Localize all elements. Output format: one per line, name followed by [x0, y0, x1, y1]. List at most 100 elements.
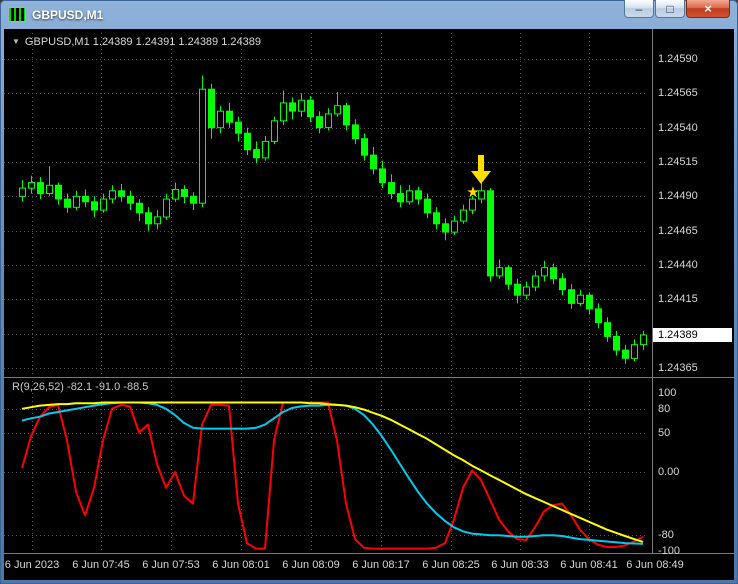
- candle-body: [595, 308, 602, 324]
- candle-body: [559, 278, 566, 291]
- time-axis-label: 6 Jun 08:49: [626, 559, 684, 571]
- candle-body: [280, 102, 287, 122]
- candle-body: [496, 267, 503, 277]
- title-bar[interactable]: GBPUSD,M1 – □ ×: [0, 0, 738, 29]
- candle-body: [532, 275, 539, 288]
- candle-body: [145, 212, 152, 225]
- candle-body: [631, 344, 638, 359]
- candle-body: [307, 99, 314, 118]
- candle-body: [541, 267, 548, 277]
- price-axis-label: 1.24565: [658, 87, 698, 100]
- chart-ohlc-label: ▼ GBPUSD,M1 1.24389 1.24391 1.24389 1.243…: [12, 36, 261, 48]
- candle-body: [190, 195, 197, 204]
- candle-body: [415, 190, 422, 200]
- candle-body: [226, 110, 233, 123]
- candle-body: [442, 223, 449, 233]
- candle-body: [514, 283, 521, 296]
- price-axis-label: 1.24540: [658, 121, 698, 134]
- candle-body: [262, 140, 269, 159]
- candle-body: [217, 110, 224, 129]
- indicator-axis-label: 80: [658, 402, 671, 415]
- candle-body: [109, 190, 116, 200]
- current-price-tag: 1.24389: [653, 328, 732, 343]
- price-axis-label: 1.24590: [658, 53, 698, 65]
- candle-body: [316, 116, 323, 129]
- window-title: GBPUSD,M1: [32, 7, 104, 22]
- chart-canvas[interactable]: ★: [4, 29, 734, 580]
- candle-body: [523, 286, 530, 296]
- candle-body: [577, 294, 584, 304]
- close-button[interactable]: ×: [686, 0, 730, 18]
- indicator-label: R(9,26,52) -82.1 -91.0 -88.5: [12, 381, 149, 393]
- candle-body: [55, 184, 62, 200]
- candle-body: [199, 88, 206, 204]
- price-axis-label: 1.24465: [658, 224, 698, 237]
- minimize-button[interactable]: –: [624, 0, 654, 18]
- chart-app-icon: [8, 7, 26, 22]
- candle-body: [379, 168, 386, 184]
- window-controls: – □ ×: [624, 0, 730, 18]
- indicator-axis-label: 50: [658, 426, 671, 439]
- candle-body: [397, 193, 404, 203]
- candle-body: [640, 334, 647, 346]
- candle-body: [361, 138, 368, 156]
- candle-body: [19, 187, 26, 197]
- candle-body: [181, 189, 188, 197]
- candle-body: [82, 195, 89, 203]
- price-axis-label: 1.24365: [658, 362, 698, 374]
- time-scale[interactable]: 6 Jun 2023 6 Jun 07:45 6 Jun 07:53 6 Jun 08…: [4, 554, 734, 580]
- candle-body: [289, 102, 296, 112]
- sell-arrow-icon[interactable]: [471, 155, 491, 184]
- price-axis-label: 1.24515: [658, 156, 698, 168]
- candle-body: [424, 198, 431, 214]
- candle-body: [613, 335, 620, 351]
- candle-body: [451, 220, 458, 233]
- price-axis-label: 1.24490: [658, 190, 698, 203]
- candle-body: [91, 201, 98, 211]
- candle-body: [271, 120, 278, 142]
- candle-body: [388, 182, 395, 195]
- candle-body: [460, 209, 467, 222]
- chart-window: GBPUSD,M1 – □ × ★ ▼ GBPUSD,M1 1.24389 1.2…: [0, 0, 738, 584]
- indicator-axis-label: 100: [658, 387, 677, 399]
- candle-body: [235, 121, 242, 134]
- candle-body: [118, 190, 125, 197]
- candle-body: [253, 149, 260, 159]
- candle-body: [163, 198, 170, 218]
- candle-body: [568, 289, 575, 304]
- candle-body: [244, 132, 251, 151]
- candle-body: [100, 198, 107, 211]
- chart-info-text: GBPUSD,M1 1.24389 1.24391 1.24389 1.2438…: [24, 36, 261, 48]
- price-axis-label: 1.24440: [658, 259, 698, 271]
- star-icon[interactable]: ★: [466, 184, 479, 201]
- candle-body: [172, 189, 179, 200]
- candle-body: [208, 88, 215, 129]
- candle-body: [433, 212, 440, 225]
- candle-body: [406, 190, 413, 203]
- chart-client-area: ★ ▼ GBPUSD,M1 1.24389 1.24391 1.24389 1.2…: [4, 29, 734, 580]
- candle-body: [622, 349, 629, 359]
- candle-body: [64, 198, 71, 208]
- indicator-line-R9: [21, 401, 644, 550]
- indicator-axis-label: -80: [658, 529, 674, 542]
- candle-body: [370, 154, 377, 170]
- one-click-trading-toggle-icon[interactable]: ▼: [12, 37, 20, 46]
- candle-body: [343, 105, 350, 126]
- candle-body: [37, 182, 44, 195]
- candle-body: [604, 322, 611, 337]
- candle-body: [487, 190, 494, 277]
- price-axis-label: 1.24415: [658, 293, 698, 306]
- candle-body: [352, 124, 359, 140]
- price-scale[interactable]: 1.24590 1.24565 1.24540 1.24515 1.24490 1.244…: [652, 29, 734, 557]
- candle-body: [586, 294, 593, 310]
- candle-body: [46, 184, 53, 195]
- candle-body: [127, 195, 134, 204]
- candle-body: [325, 113, 332, 129]
- candle-body: [505, 267, 512, 285]
- candle-body: [28, 182, 35, 189]
- candle-body: [73, 195, 80, 208]
- candle-body: [334, 105, 341, 115]
- candle-body: [154, 216, 161, 225]
- candle-body: [136, 202, 143, 214]
- maximize-button[interactable]: □: [655, 0, 685, 18]
